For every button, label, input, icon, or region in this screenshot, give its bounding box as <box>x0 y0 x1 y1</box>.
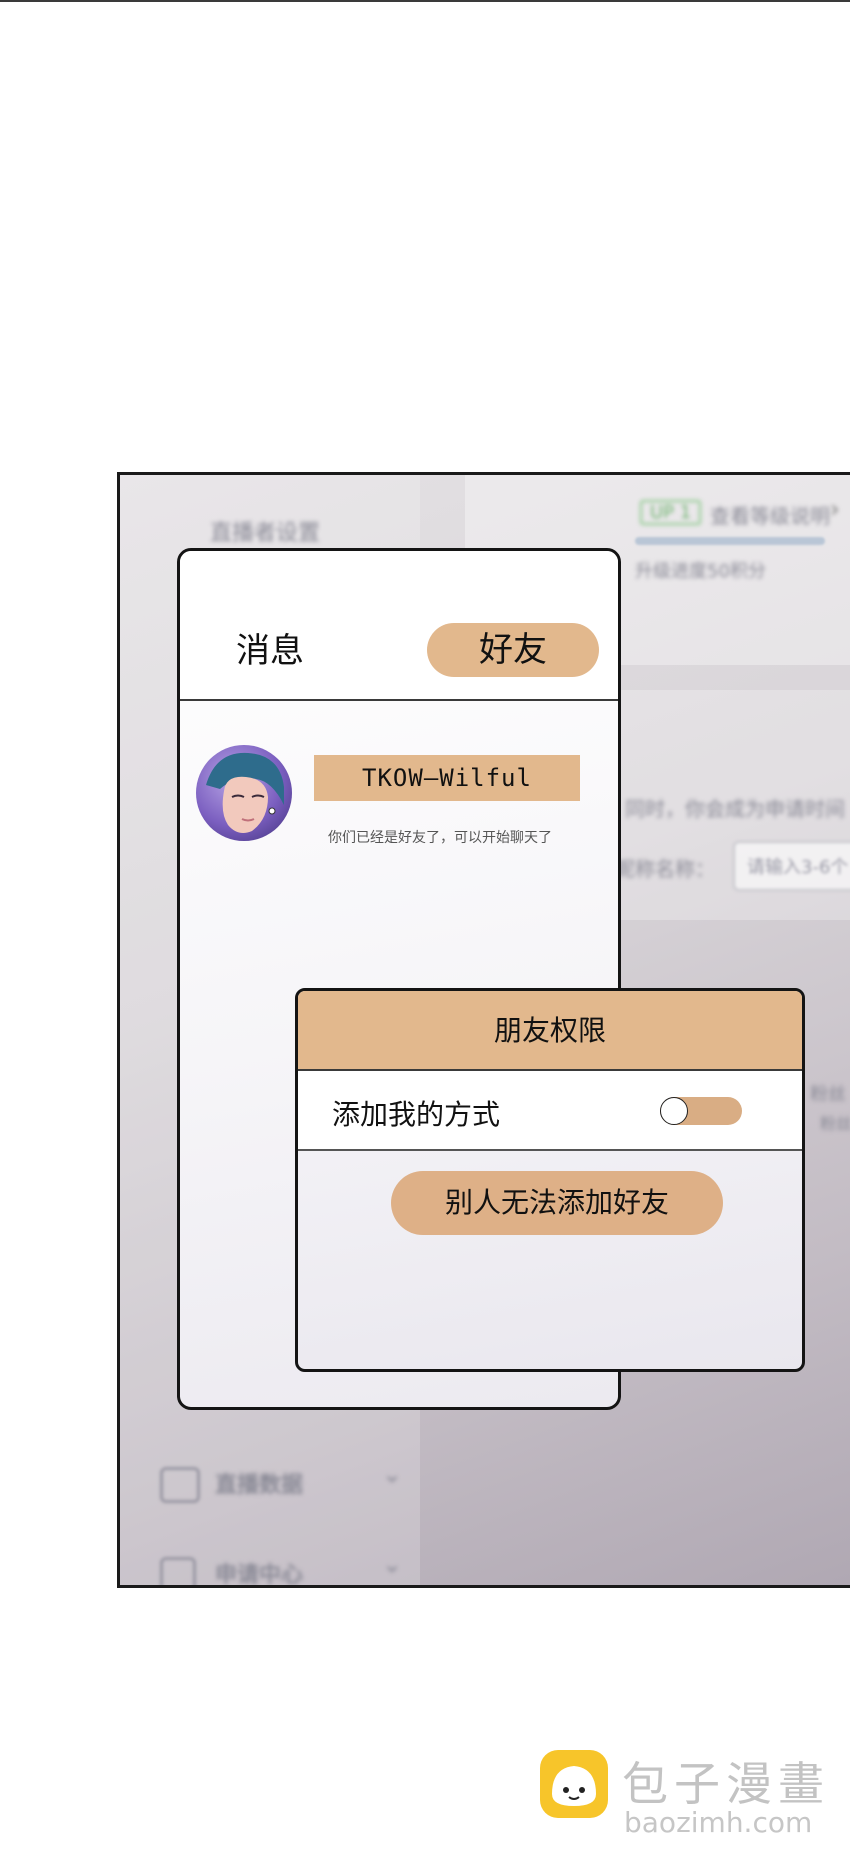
tab-friends[interactable]: 好友 <box>427 623 599 677</box>
chart-icon <box>160 1467 200 1503</box>
background-right-text-2: 粉丝 <box>820 1114 850 1133</box>
card-header: 消息 好友 <box>180 551 618 701</box>
avatar-portrait-icon <box>206 752 284 833</box>
background-hint-text: 同时，你会成为申请时间 <box>625 797 845 821</box>
name-input-placeholder: 请输入3-6个 <box>747 857 849 878</box>
menu-item-live-data[interactable]: 直播数据 <box>215 1467 303 1499</box>
upgrade-progress-text: 升级进度50积分 <box>635 561 766 582</box>
bun-logo-icon <box>540 1750 608 1818</box>
toggle-knob <box>660 1097 688 1125</box>
name-field-label: 昵称名称： <box>615 857 715 881</box>
dialog-header: 朋友权限 <box>298 991 802 1071</box>
name-input[interactable]: 请输入3-6个 <box>733 841 850 891</box>
chevron-down-icon[interactable]: ⌄ <box>382 1550 402 1578</box>
top-border-line <box>0 0 850 2</box>
friend-permissions-dialog: 朋友权限 添加我的方式 别人无法添加好友 <box>295 988 805 1372</box>
add-me-toggle[interactable] <box>660 1097 742 1125</box>
chevron-down-icon[interactable]: ⌄ <box>382 1460 402 1488</box>
menu-item-apply-center[interactable]: 申请中心 <box>215 1557 303 1585</box>
tab-messages[interactable]: 消息 <box>236 623 304 672</box>
friend-name[interactable]: TKOW—Wilful <box>314 755 580 801</box>
background-right-text-1: 粉丝 <box>810 1084 846 1105</box>
friend-status-note: 你们已经是好友了，可以开始聊天了 <box>328 830 552 846</box>
level-progress-bar <box>635 537 825 545</box>
level-badge: UP 1 <box>640 500 702 525</box>
apply-icon <box>160 1557 196 1585</box>
avatar[interactable] <box>196 745 292 841</box>
add-me-method-row: 添加我的方式 <box>298 1071 802 1151</box>
background-live-settings-label: 直播者设置 <box>210 521 321 546</box>
watermark-name: 包子漫畫 <box>622 1757 830 1811</box>
level-link[interactable]: 查看等级说明 <box>710 500 830 529</box>
add-me-method-label: 添加我的方式 <box>332 1098 501 1131</box>
dialog-title: 朋友权限 <box>493 1014 606 1047</box>
cannot-add-friends-button[interactable]: 别人无法添加好友 <box>391 1171 723 1235</box>
watermark-url: baozimh.com <box>624 1806 813 1839</box>
chevron-right-icon[interactable]: › <box>830 495 840 523</box>
